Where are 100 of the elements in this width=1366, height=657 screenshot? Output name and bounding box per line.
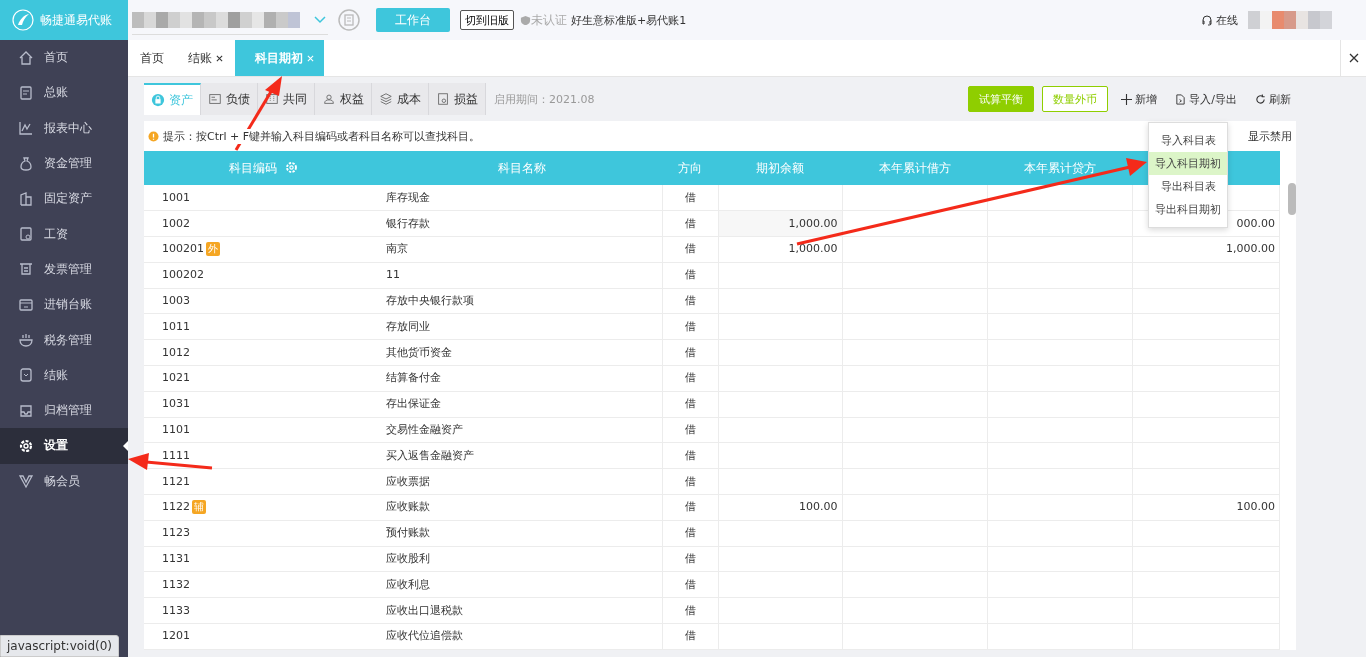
- category-tab[interactable]: 负债: [201, 83, 258, 115]
- table-cell: 100.00: [1132, 494, 1280, 521]
- menu-item[interactable]: 导出科目表: [1149, 175, 1227, 198]
- table-cell: 1031: [144, 391, 382, 418]
- printer-icon: [18, 261, 34, 278]
- table-cell: 1121: [144, 468, 382, 495]
- tag: 外: [206, 242, 220, 257]
- column-header: 科目编码: [144, 151, 382, 185]
- table-cell: 1,000.00: [718, 236, 842, 263]
- column-header: 科目名称: [382, 151, 662, 185]
- person-icon: [322, 92, 336, 106]
- table-cell: 1131: [144, 546, 382, 572]
- table-cell: 借: [662, 339, 718, 366]
- sidebar-item[interactable]: 税务管理: [0, 322, 128, 358]
- table-cell: 1123: [144, 520, 382, 547]
- table-cell: 100.00: [718, 494, 842, 521]
- line-chart-icon: [18, 120, 34, 137]
- sidebar-item[interactable]: 工资: [0, 216, 128, 252]
- table-cell: 借: [662, 236, 718, 263]
- scrollbar[interactable]: [1288, 183, 1296, 215]
- table-cell: 交易性金融资产: [382, 417, 662, 443]
- table-cell: 1201: [144, 623, 382, 650]
- sidebar-item[interactable]: 报表中心: [0, 110, 128, 146]
- table-cell: 1002: [144, 210, 382, 237]
- money-bag-icon: [18, 155, 34, 172]
- table-cell: 银行存款: [382, 210, 662, 237]
- edition-label: 好生意标准版+易代账1: [571, 12, 687, 28]
- document-icon: [18, 367, 34, 384]
- table-cell: 南京: [382, 236, 662, 263]
- table-cell: 借: [662, 597, 718, 624]
- close-icon[interactable]: [216, 54, 223, 62]
- column-header: 方向: [662, 151, 718, 185]
- menu-item[interactable]: 导入科目表: [1149, 129, 1227, 152]
- layers-icon: [379, 92, 393, 106]
- certification-status: 未认证: [531, 11, 567, 29]
- v-icon: [18, 473, 34, 490]
- table-cell: 1132: [144, 571, 382, 598]
- column-header: 期初余额: [718, 151, 842, 185]
- table-cell: 库存现金: [382, 185, 662, 211]
- table-cell: 应收出口退税款: [382, 597, 662, 624]
- sidebar-item[interactable]: 归档管理: [0, 392, 128, 429]
- bowl-icon: [18, 332, 34, 348]
- sidebar-item[interactable]: 资金管理: [0, 145, 128, 182]
- table-cell: 存放中央银行款项: [382, 288, 662, 314]
- import-export-button[interactable]: 导入/导出: [1170, 86, 1242, 112]
- shield-icon: [520, 14, 531, 26]
- report-icon: [436, 92, 450, 106]
- refresh-icon: [1255, 93, 1266, 105]
- plus-icon: [1121, 93, 1133, 105]
- table-cell: 借: [662, 442, 718, 469]
- table-cell: 借: [662, 571, 718, 598]
- column-header: 本年累计贷方: [987, 151, 1132, 185]
- book-icon[interactable]: [338, 9, 360, 31]
- sidebar-item[interactable]: 畅会员: [0, 463, 128, 499]
- tray-icon: [18, 402, 34, 419]
- online-service-link[interactable]: 在线: [1216, 12, 1238, 28]
- page-tab[interactable]: 首页: [128, 40, 176, 76]
- card-icon: [208, 92, 222, 106]
- table-cell: 借: [662, 546, 718, 572]
- category-tab[interactable]: 权益: [315, 83, 372, 115]
- add-button[interactable]: 新增: [1116, 86, 1163, 112]
- old-version-button[interactable]: 切到旧版: [460, 10, 514, 30]
- headset-icon[interactable]: [1201, 14, 1213, 26]
- sidebar-item[interactable]: 进销台账: [0, 287, 128, 323]
- table-cell: 借: [662, 494, 718, 521]
- table-cell: 买入返售金融资产: [382, 442, 662, 469]
- document-icon: [18, 226, 34, 243]
- table-cell: 借: [662, 468, 718, 495]
- settings-icon[interactable]: [284, 160, 298, 174]
- sidebar-item[interactable]: 设置: [0, 428, 128, 464]
- table-cell: 存放同业: [382, 314, 662, 340]
- category-tab[interactable]: 损益: [429, 83, 486, 115]
- user-avatar[interactable]: [1248, 11, 1332, 29]
- sidebar-item[interactable]: 首页: [0, 40, 128, 76]
- table-cell: 其他货币资金: [382, 339, 662, 366]
- menu-item[interactable]: 导入科目期初: [1149, 152, 1227, 175]
- sidebar-item[interactable]: 发票管理: [0, 251, 128, 288]
- table-cell: 借: [662, 391, 718, 418]
- sidebar-item[interactable]: 固定资产: [0, 181, 128, 217]
- tag: 辅: [192, 500, 206, 515]
- app-logo: 畅捷通易代账: [0, 0, 128, 40]
- table-cell: 应收账款: [382, 494, 662, 521]
- lock-icon: [151, 93, 165, 107]
- refresh-button[interactable]: 刷新: [1250, 86, 1296, 112]
- file-icon: [1175, 93, 1187, 105]
- category-tab[interactable]: 成本: [372, 83, 429, 115]
- table-cell: 11: [382, 262, 662, 289]
- close-icon[interactable]: [1348, 53, 1359, 63]
- table-cell: 预付账款: [382, 520, 662, 547]
- table-cell: 1133: [144, 597, 382, 624]
- table-cell: 1001: [144, 185, 382, 211]
- home-icon: [18, 49, 34, 66]
- document-icon: [18, 84, 34, 101]
- table-cell: 应收票据: [382, 468, 662, 495]
- sidebar-item[interactable]: 结账: [0, 357, 128, 393]
- page-tab[interactable]: 结账: [176, 40, 235, 76]
- status-tooltip: javascript:void(0): [0, 635, 120, 657]
- sidebar-item[interactable]: 总账: [0, 75, 128, 111]
- table-cell: 1021: [144, 365, 382, 392]
- table-cell: 借: [662, 623, 718, 650]
